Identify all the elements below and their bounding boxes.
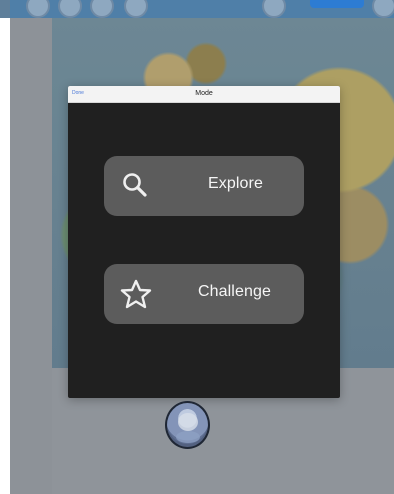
avatar[interactable] bbox=[165, 401, 210, 449]
challenge-label: Challenge bbox=[198, 283, 271, 300]
modal-header: Done Mode bbox=[68, 86, 340, 103]
left-edge-strip bbox=[0, 0, 10, 494]
toolbar-circle-button[interactable] bbox=[90, 0, 114, 18]
modal-title: Mode bbox=[195, 90, 213, 97]
toolbar-circle-button[interactable] bbox=[124, 0, 148, 18]
challenge-button[interactable]: Challenge bbox=[104, 264, 304, 324]
toolbar-circle-button[interactable] bbox=[58, 0, 82, 18]
toolbar-circle-button[interactable] bbox=[262, 0, 286, 18]
mode-modal: Done Mode Explore Challenge bbox=[68, 86, 340, 398]
accent-tab[interactable] bbox=[310, 0, 364, 8]
explore-button[interactable]: Explore bbox=[104, 156, 304, 216]
explore-label: Explore bbox=[208, 175, 263, 192]
app-screen: Done Mode Explore Challenge bbox=[0, 0, 394, 494]
toolbar-circle-button[interactable] bbox=[372, 0, 394, 18]
toolbar-circle-button[interactable] bbox=[26, 0, 50, 18]
top-toolbar bbox=[10, 0, 394, 18]
star-icon bbox=[120, 278, 152, 310]
search-icon bbox=[120, 170, 152, 202]
